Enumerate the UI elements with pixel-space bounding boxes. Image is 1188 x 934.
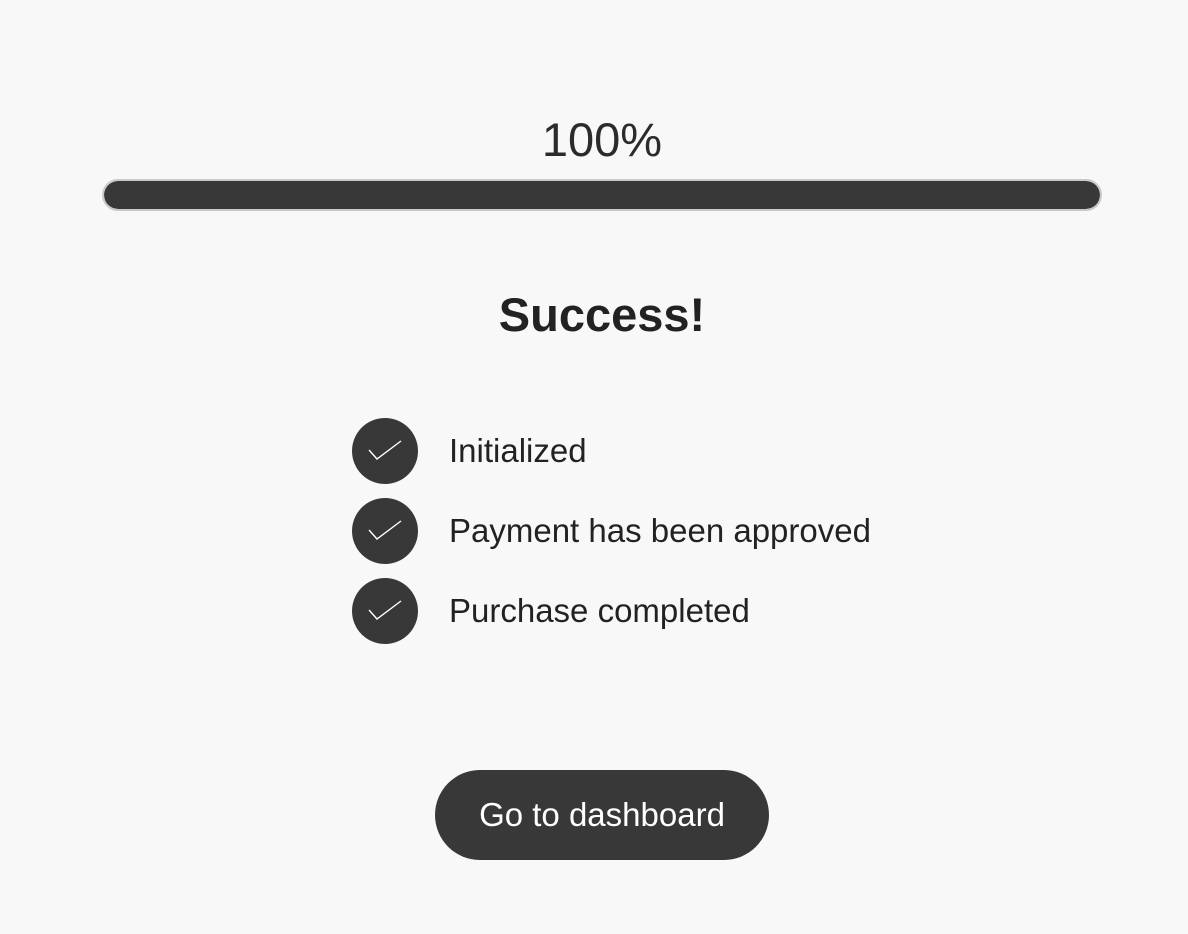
step-item-initialized: Initialized (352, 418, 871, 484)
step-label: Payment has been approved (449, 512, 871, 549)
steps-list: Initialized Payment has been approved Pu… (352, 418, 871, 658)
checkout-success-page: 100% Success! Initialized Payment has be… (0, 0, 1188, 934)
step-item-purchase-completed: Purchase completed (352, 578, 871, 644)
progress-percent: 100% (541, 113, 663, 166)
progress-bar (102, 179, 1102, 211)
check-icon (352, 498, 418, 564)
step-label: Initialized (449, 432, 587, 469)
success-heading: Success! (498, 288, 706, 341)
go-to-dashboard-button[interactable]: Go to dashboard (435, 770, 769, 860)
step-item-payment-approved: Payment has been approved (352, 498, 871, 564)
progress-bar-fill (104, 181, 1100, 209)
step-label: Purchase completed (449, 592, 750, 629)
check-icon (352, 578, 418, 644)
check-icon (352, 418, 418, 484)
